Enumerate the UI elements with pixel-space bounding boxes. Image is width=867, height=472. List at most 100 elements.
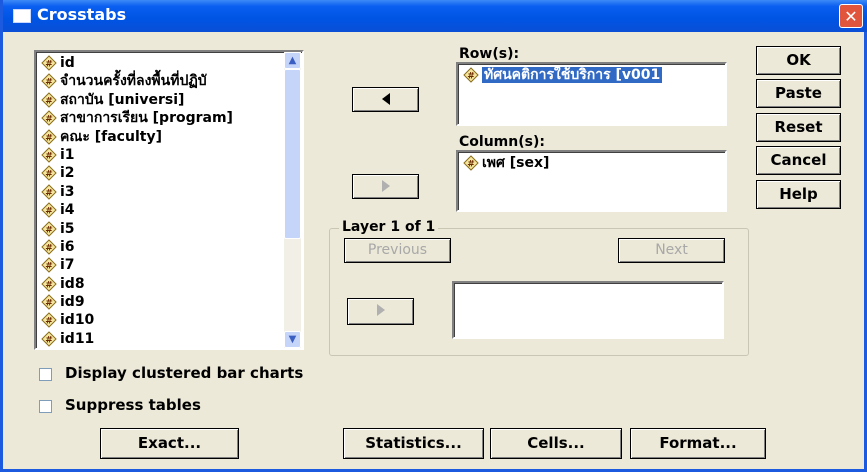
scroll-thumb[interactable] [284,69,301,239]
svg-text:#: # [467,160,475,170]
scale-variable-icon: # [40,331,58,347]
scale-variable-icon: # [40,55,58,71]
move-to-rows-button[interactable] [352,87,419,112]
variable-item[interactable]: # คณะ [faculty] [36,128,302,146]
columns-label: Column(s): [459,134,545,150]
next-layer-button[interactable]: Next [618,238,725,263]
svg-text:#: # [45,280,53,290]
svg-text:#: # [467,72,475,82]
clustered-bar-label: Display clustered bar charts [65,364,304,382]
svg-text:#: # [45,60,53,70]
svg-text:#: # [45,170,53,180]
variable-item[interactable]: # i1 [36,146,302,164]
variable-item-label: id9 [60,294,85,311]
svg-text:#: # [45,262,53,272]
svg-text:#: # [45,133,53,143]
variable-list[interactable]: # id # จำนวนครั้งที่ลงพื้นที่ปฏิบั # สถาบัน [… [34,50,304,350]
scale-variable-icon: # [40,110,58,126]
variable-item[interactable]: # id9 [36,293,302,311]
column-variable-item[interactable]: # เพศ [sex] [458,154,725,172]
title-bar[interactable]: Crosstabs ✕ [3,0,867,32]
scale-variable-icon: # [40,73,58,90]
variable-item[interactable]: # จำนวนครั้งที่ลงพื้นที่ปฏิบั [36,72,302,90]
scroll-down-arrow[interactable]: ▼ [284,331,301,348]
variable-item-label: id10 [60,312,95,329]
variable-item-label: i1 [60,146,75,163]
variable-item-label: i7 [60,257,75,274]
layer-list[interactable] [452,281,724,339]
scale-variable-icon: # [40,294,58,310]
variable-item-label: i6 [60,238,75,255]
svg-text:#: # [45,243,53,253]
variable-item-label: สาขาการเรียน [program] [60,110,233,127]
format-button[interactable]: Format... [630,428,766,459]
scale-variable-icon: # [40,147,58,163]
variable-item[interactable]: # id10 [36,311,302,329]
rows-label: Row(s): [459,46,520,62]
scale-variable-icon: # [40,239,58,255]
reset-button[interactable]: Reset [756,113,841,142]
crosstabs-dialog: Crosstabs ✕ # id # จำนวนครั้งที่ลงพื้นที่ปฏ… [0,0,867,472]
statistics-button[interactable]: Statistics... [343,428,484,459]
variable-item[interactable]: # สถาบัน [universi] [36,91,302,109]
variable-item[interactable]: # i2 [36,164,302,182]
variable-item-label: id [60,55,75,71]
cells-button[interactable]: Cells... [490,428,622,459]
scale-variable-icon: # [40,165,58,182]
variable-item-label: id8 [60,275,85,292]
scale-variable-icon: # [40,257,58,274]
close-button[interactable]: ✕ [839,4,863,28]
svg-text:#: # [45,207,53,217]
scale-variable-icon: # [462,67,480,83]
row-variable-item[interactable]: # ทัศนคติการใช้บริการ [v001 [458,66,725,84]
variable-item[interactable]: # i6 [36,238,302,256]
paste-button[interactable]: Paste [756,79,841,108]
scale-variable-icon: # [40,275,58,292]
variable-item-label: i4 [60,202,75,219]
scale-variable-icon: # [40,202,58,218]
svg-text:#: # [45,317,53,327]
scale-variable-icon: # [40,184,58,200]
variable-item[interactable]: # i4 [36,201,302,219]
svg-text:#: # [45,335,53,345]
scale-variable-icon: # [40,128,58,145]
scale-variable-icon: # [40,312,58,329]
variable-item[interactable]: # id8 [36,275,302,293]
variable-item[interactable]: # สาขาการเรียน [program] [36,109,302,127]
svg-text:#: # [45,299,53,309]
variable-list-scrollbar[interactable]: ▲ ▼ [284,52,301,348]
cancel-button[interactable]: Cancel [756,146,841,175]
suppress-tables-label: Suppress tables [65,396,201,414]
svg-text:#: # [45,151,53,161]
rows-list[interactable]: # ทัศนคติการใช้บริการ [v001 [456,62,727,126]
scale-variable-icon: # [40,220,58,237]
variable-item-label: จำนวนครั้งที่ลงพื้นที่ปฏิบั [60,73,207,90]
suppress-tables-checkbox[interactable] [39,400,52,413]
variable-item[interactable]: # id [36,54,302,72]
ok-button[interactable]: OK [756,46,841,75]
svg-text:#: # [45,225,53,235]
scroll-up-arrow[interactable]: ▲ [284,52,301,69]
variable-item[interactable]: # id11 [36,330,302,348]
variable-item[interactable]: # i3 [36,183,302,201]
help-button[interactable]: Help [756,180,841,209]
scale-variable-icon: # [40,92,58,108]
scale-variable-icon: # [462,155,480,171]
column-variable-item-label: เพศ [sex] [482,155,550,171]
move-to-columns-button[interactable] [352,174,419,199]
right-arrow-icon [381,180,390,192]
previous-layer-button[interactable]: Previous [344,238,451,263]
svg-text:#: # [45,78,53,88]
variable-item[interactable]: # i5 [36,220,302,238]
variable-item-label: คณะ [faculty] [60,128,162,145]
svg-text:#: # [45,96,53,106]
layer-label: Layer 1 of 1 [339,219,439,235]
variable-item-label: i3 [60,183,75,200]
clustered-bar-checkbox[interactable] [39,368,52,381]
variable-item[interactable]: # i7 [36,256,302,274]
exact-button[interactable]: Exact... [100,428,239,459]
variable-item-label: id11 [60,330,95,347]
columns-list[interactable]: # เพศ [sex] [456,150,727,212]
variable-item-label: สถาบัน [universi] [60,91,185,108]
window-icon [13,9,31,23]
